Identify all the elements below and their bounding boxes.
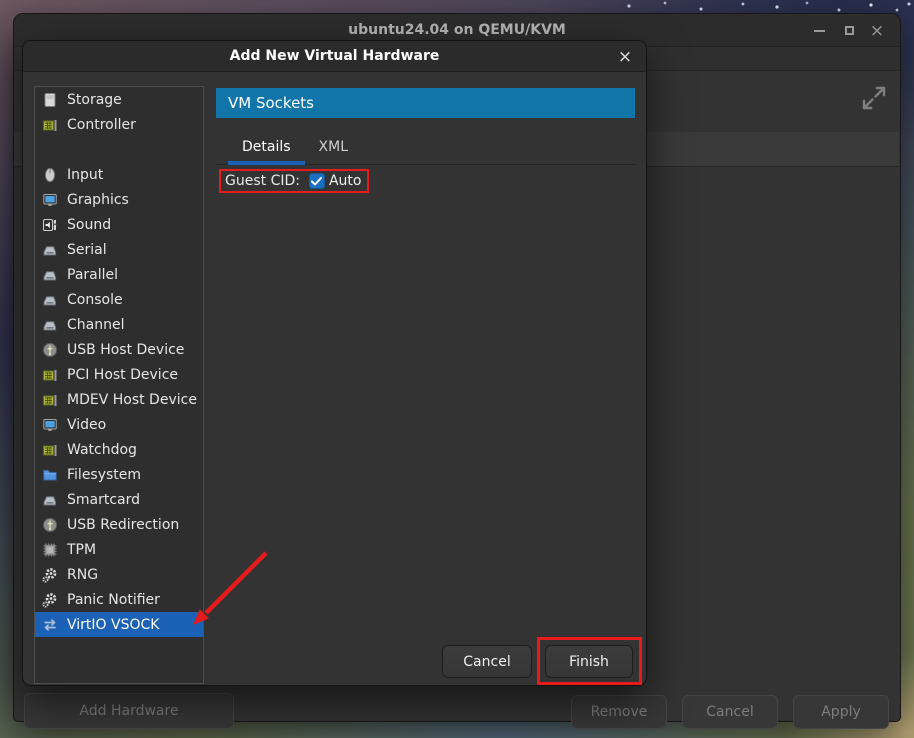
checkmark-icon [311, 177, 322, 186]
serial-port-icon [42, 292, 58, 308]
serial-port-icon [42, 492, 58, 508]
monitor-icon [42, 192, 58, 208]
sidebar-item-mdev-host-device[interactable]: MDEV Host Device [35, 387, 203, 412]
sidebar-item-label: Watchdog [67, 442, 137, 458]
sidebar-item-graphics[interactable]: Graphics [35, 187, 203, 212]
dialog-close-button[interactable]: × [612, 41, 638, 72]
sidebar-item-filesystem[interactable]: Filesystem [35, 462, 203, 487]
sidebar-item-smartcard[interactable]: Smartcard [35, 487, 203, 512]
sidebar-item-label: Input [67, 167, 103, 183]
vm-cancel-button[interactable]: Cancel [682, 695, 778, 729]
wallpaper-stars [0, 0, 2, 2]
serial-port-icon [42, 267, 58, 283]
sidebar-item-parallel[interactable]: Parallel [35, 262, 203, 287]
maximize-button[interactable] [834, 14, 864, 47]
sidebar-item-storage[interactable]: Storage [35, 87, 203, 112]
pane-header-label: VM Sockets [228, 94, 314, 112]
chip-icon [42, 542, 58, 558]
sidebar-item-serial[interactable]: Serial [35, 237, 203, 262]
circuit-board-icon [42, 367, 58, 383]
monitor-icon [42, 417, 58, 433]
sidebar-item-label: USB Host Device [67, 342, 184, 358]
sidebar-item-label: Console [67, 292, 123, 308]
sidebar-item-video[interactable]: Video [35, 412, 203, 437]
minimize-icon [814, 30, 825, 32]
sidebar-item-rng[interactable]: RNG [35, 562, 203, 587]
apply-button[interactable]: Apply [793, 695, 889, 729]
sidebar-item-label: Video [67, 417, 106, 433]
dialog-close-icon: × [618, 47, 632, 67]
sidebar-item-label: USB Redirection [67, 517, 179, 533]
add-hardware-button[interactable]: Add Hardware [24, 693, 234, 729]
vsock-arrows-icon [42, 617, 58, 633]
sidebar-item-pci-host-device[interactable]: PCI Host Device [35, 362, 203, 387]
sidebar-item-usb-redirection[interactable]: USB Redirection [35, 512, 203, 537]
circuit-board-icon [42, 392, 58, 408]
sidebar-item-label: PCI Host Device [67, 367, 178, 383]
serial-port-icon [42, 317, 58, 333]
vm-window-title: ubuntu24.04 on QEMU/KVM [348, 22, 566, 38]
disk-icon [42, 92, 58, 108]
sidebar-item-usb-host-device[interactable]: USB Host Device [35, 337, 203, 362]
desktop-background: ubuntu24.04 on QEMU/KVM × Add Hardware R… [0, 0, 914, 738]
usb-icon [42, 517, 58, 533]
sidebar-item-sound[interactable]: Sound [35, 212, 203, 237]
fullscreen-expand-icon[interactable] [860, 84, 888, 112]
speaker-icon [42, 217, 58, 233]
mouse-icon [42, 167, 58, 183]
sidebar-item-tpm[interactable]: TPM [35, 537, 203, 562]
close-icon: × [870, 21, 884, 41]
annotation-box-finish [537, 637, 642, 685]
tab-bar: DetailsXML [216, 132, 635, 165]
close-button[interactable]: × [862, 14, 892, 47]
circuit-board-icon [42, 117, 58, 133]
sidebar-item-label: Filesystem [67, 467, 141, 483]
dialog-title: Add New Virtual Hardware [230, 48, 440, 64]
sidebar-item-console[interactable]: Console [35, 287, 203, 312]
sidebar-item-label: Sound [67, 217, 111, 233]
sidebar-item-label: MDEV Host Device [67, 392, 197, 408]
sidebar-item-panic-notifier[interactable]: Panic Notifier [35, 587, 203, 612]
minimize-button[interactable] [804, 14, 834, 47]
sidebar-item-label: Smartcard [67, 492, 140, 508]
sidebar-item-input[interactable]: Input [35, 162, 203, 187]
sidebar-item-watchdog[interactable]: Watchdog [35, 437, 203, 462]
tab-details[interactable]: Details [228, 132, 305, 165]
usb-icon [42, 342, 58, 358]
auto-checkbox[interactable] [309, 173, 325, 189]
sidebar-item-label: TPM [67, 542, 96, 558]
serial-port-icon [42, 242, 58, 258]
sidebar-item-label: Panic Notifier [67, 592, 160, 608]
gears-icon [42, 567, 58, 583]
gears-icon [42, 592, 58, 608]
sidebar-item-label: Storage [67, 92, 122, 108]
dialog-titlebar[interactable]: Add New Virtual Hardware [23, 41, 646, 72]
sidebar-item-label: Graphics [67, 192, 129, 208]
maximize-icon [845, 26, 854, 35]
hardware-type-list[interactable]: Storage Controller Input Graphics Sound Seria… [34, 86, 204, 684]
sidebar-item-label: VirtIO VSOCK [67, 617, 159, 633]
pane-header: VM Sockets [216, 88, 635, 118]
sidebar-spacer [35, 137, 203, 162]
sidebar-item-controller[interactable]: Controller [35, 112, 203, 137]
folder-icon [42, 467, 58, 483]
sidebar-item-label: Channel [67, 317, 124, 333]
remove-button[interactable]: Remove [571, 695, 667, 729]
annotation-box-guest-cid: Guest CID: Auto [219, 169, 369, 193]
sidebar-item-virtio-vsock[interactable]: VirtIO VSOCK [35, 612, 203, 637]
sidebar-item-label: Parallel [67, 267, 118, 283]
sidebar-item-label: RNG [67, 567, 98, 583]
add-hardware-dialog: Add New Virtual Hardware × Storage Contro… [22, 40, 647, 686]
circuit-board-icon [42, 442, 58, 458]
auto-checkbox-label: Auto [329, 173, 362, 189]
sidebar-item-label: Serial [67, 242, 107, 258]
sidebar-item-channel[interactable]: Channel [35, 312, 203, 337]
dialog-cancel-button[interactable]: Cancel [442, 645, 532, 678]
tab-xml[interactable]: XML [305, 132, 362, 165]
guest-cid-label: Guest CID: [225, 173, 305, 189]
sidebar-item-label: Controller [67, 117, 136, 133]
